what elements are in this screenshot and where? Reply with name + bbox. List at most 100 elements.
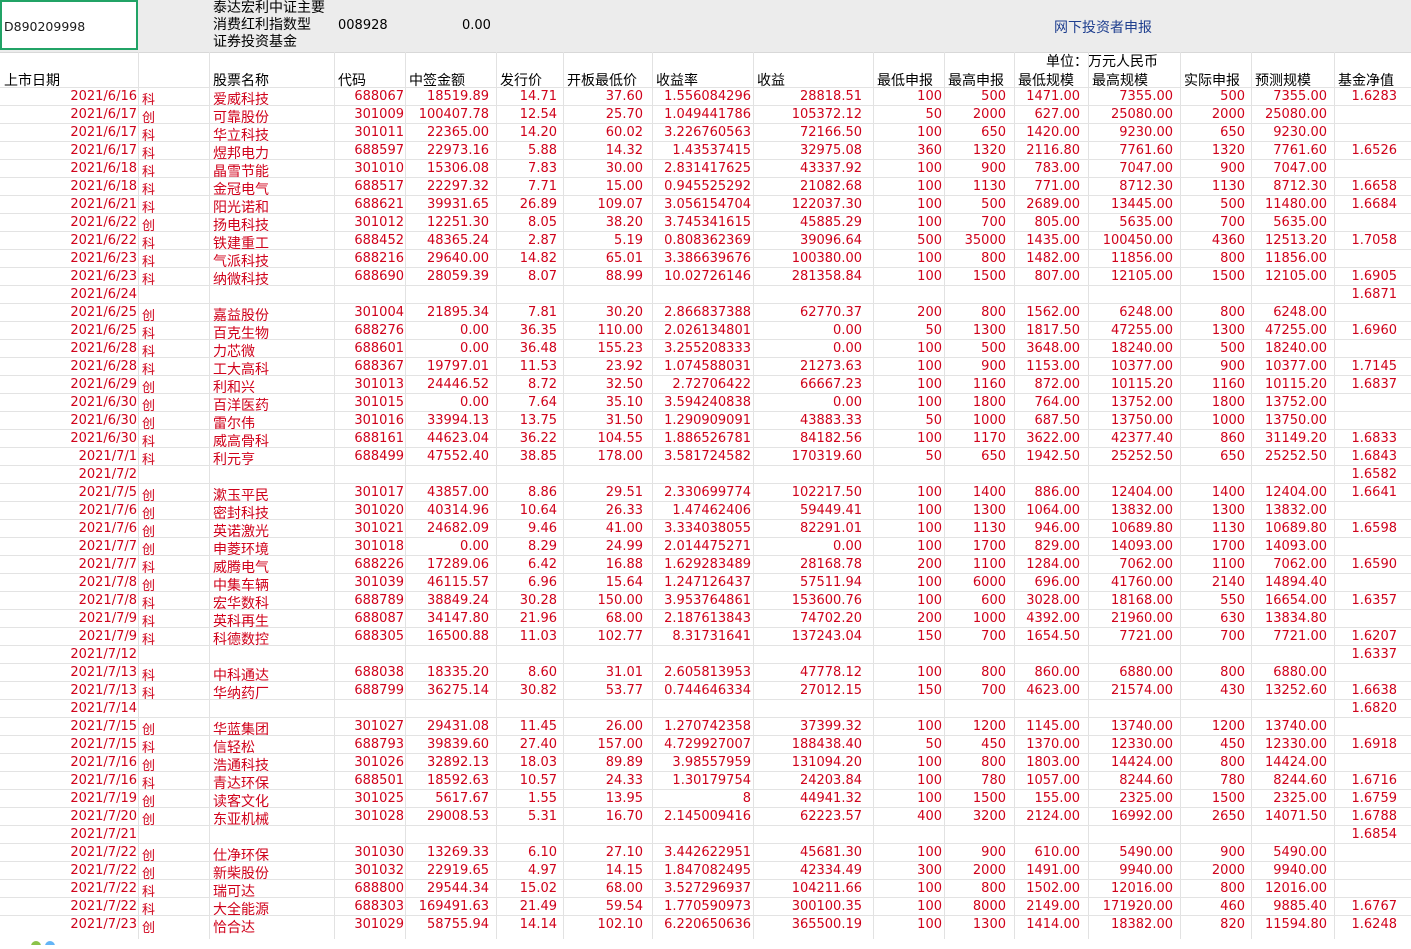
cell-date[interactable]: 2021/6/18 [0,179,137,194]
cell-rate[interactable]: 3.056154704 [652,197,751,212]
cell-min-scale[interactable]: 886.00 [1015,485,1081,500]
cell-income[interactable]: 42334.49 [754,863,862,878]
cell-low-price[interactable]: 37.60 [560,89,643,104]
cell-code[interactable]: 688216 [334,251,404,266]
cell-min-scale[interactable]: 1654.50 [1015,629,1080,644]
cell-min-bid[interactable]: 100 [874,539,942,554]
cell-max-scale[interactable]: 9940.00 [1090,863,1173,878]
cell-income[interactable]: 45885.29 [754,215,862,230]
cell-actual-bid[interactable]: 1300 [1182,503,1245,518]
cell-amount[interactable]: 0.00 [405,539,489,554]
cell-income[interactable]: 122037.30 [754,197,862,212]
cell-max-scale[interactable]: 7355.00 [1090,89,1173,104]
cell-actual-bid[interactable]: 2000 [1182,107,1245,122]
cell-ipo-price[interactable]: 26.89 [490,197,557,212]
cell-ipo-price[interactable]: 6.42 [490,557,557,572]
cell-ipo-price[interactable]: 5.88 [490,143,557,158]
cell-date[interactable]: 2021/6/21 [0,197,137,212]
cell-min-bid[interactable]: 100 [874,773,942,788]
cell-max-bid[interactable]: 8000 [945,899,1006,914]
cell-amount[interactable]: 58755.94 [405,917,489,932]
cell-max-bid[interactable]: 1100 [945,557,1006,572]
cell-code[interactable]: 688303 [334,899,404,914]
cell-min-bid[interactable]: 50 [874,107,942,122]
cell-code[interactable]: 688452 [334,233,404,248]
cell-low-price[interactable]: 59.54 [560,899,643,914]
cell-actual-bid[interactable]: 430 [1182,683,1245,698]
cell-amount[interactable]: 18592.63 [405,773,489,788]
cell-ipo-price[interactable]: 7.64 [490,395,557,410]
cell-ipo-price[interactable]: 36.35 [490,323,557,338]
cell-date[interactable]: 2021/7/8 [0,593,137,608]
cell-min-scale[interactable]: 1145.00 [1015,719,1080,734]
cell-rate[interactable]: 2.026134801 [652,323,751,338]
cell-predicted-scale[interactable]: 5490.00 [1252,845,1327,860]
cell-code[interactable]: 301039 [334,575,404,590]
cell-low-price[interactable]: 53.77 [560,683,643,698]
cell-actual-bid[interactable]: 1500 [1182,791,1245,806]
cell-actual-bid[interactable]: 2650 [1182,809,1245,824]
cell-code[interactable]: 301017 [334,485,404,500]
cell-amount[interactable]: 36275.14 [405,683,489,698]
cell-ipo-price[interactable]: 2.87 [490,233,557,248]
cell-rate[interactable]: 8.31731641 [652,629,751,644]
cell-nav[interactable]: 1.6918 [1336,737,1398,752]
cell-max-scale[interactable]: 12330.00 [1090,737,1173,752]
cell-low-price[interactable]: 30.00 [560,161,643,176]
cell-nav[interactable]: 1.6207 [1336,629,1398,644]
cell-rate[interactable]: 1.074588031 [652,359,751,374]
cell-ipo-price[interactable]: 7.71 [490,179,557,194]
cell-rate[interactable]: 1.629283489 [652,557,751,572]
cell-low-price[interactable]: 29.51 [560,485,643,500]
cell-amount[interactable]: 34147.80 [405,611,489,626]
cell-min-scale[interactable]: 1482.00 [1015,251,1080,266]
cell-max-scale[interactable]: 2325.00 [1090,791,1173,806]
cell-max-bid[interactable]: 500 [945,89,1006,104]
cell-min-bid[interactable]: 100 [874,125,942,140]
cell-amount[interactable]: 0.00 [405,395,489,410]
cell-min-bid[interactable]: 100 [874,89,942,104]
cell-predicted-scale[interactable]: 12513.20 [1252,233,1327,248]
cell-actual-bid[interactable]: 1500 [1182,269,1245,284]
cell-rate[interactable]: 3.581724582 [652,449,751,464]
cell-income[interactable]: 74702.20 [754,611,862,626]
cell-amount[interactable]: 29008.53 [405,809,489,824]
cell-max-bid[interactable]: 900 [945,359,1006,374]
cell-code[interactable]: 688793 [334,737,404,752]
cell-code[interactable]: 301030 [334,845,404,860]
cell-rate[interactable]: 1.770590973 [652,899,751,914]
cell-min-scale[interactable]: 1471.00 [1015,89,1080,104]
cell-date[interactable]: 2021/6/23 [0,251,137,266]
cell-rate[interactable]: 2.866837388 [652,305,751,320]
cell-low-price[interactable]: 16.88 [560,557,643,572]
cell-rate[interactable]: 2.72706422 [652,377,751,392]
cell-ipo-price[interactable]: 11.53 [490,359,557,374]
cell-predicted-scale[interactable]: 13752.00 [1252,395,1327,410]
cell-predicted-scale[interactable]: 7047.00 [1252,161,1327,176]
cell-min-bid[interactable]: 150 [874,683,942,698]
cell-date[interactable]: 2021/6/25 [0,323,137,338]
cell-low-price[interactable]: 109.07 [560,197,644,212]
cell-actual-bid[interactable]: 900 [1182,161,1245,176]
cell-predicted-scale[interactable]: 9940.00 [1252,863,1327,878]
cell-low-price[interactable]: 26.00 [560,719,643,734]
cell-code[interactable]: 301020 [334,503,404,518]
cell-date[interactable]: 2021/7/14 [0,701,137,716]
cell-low-price[interactable]: 88.99 [560,269,643,284]
cell-max-bid[interactable]: 3200 [945,809,1006,824]
cell-low-price[interactable]: 38.20 [560,215,643,230]
cell-code[interactable]: 301026 [334,755,404,770]
cell-predicted-scale[interactable]: 12404.00 [1252,485,1327,500]
cell-actual-bid[interactable]: 650 [1182,449,1245,464]
cell-max-bid[interactable]: 1000 [945,413,1006,428]
cell-predicted-scale[interactable]: 7761.60 [1252,143,1327,158]
cell-code[interactable]: 688601 [334,341,404,356]
cell-code[interactable]: 688367 [334,359,404,374]
cell-max-scale[interactable]: 12404.00 [1090,485,1173,500]
cell-max-scale[interactable]: 18168.00 [1090,593,1173,608]
cell-min-scale[interactable]: 805.00 [1015,215,1081,230]
cell-income[interactable]: 82291.01 [754,521,862,536]
cell-date[interactable]: 2021/7/19 [0,791,137,806]
cell-max-scale[interactable]: 100450.00 [1090,233,1173,248]
cell-min-scale[interactable]: 1562.00 [1015,305,1080,320]
